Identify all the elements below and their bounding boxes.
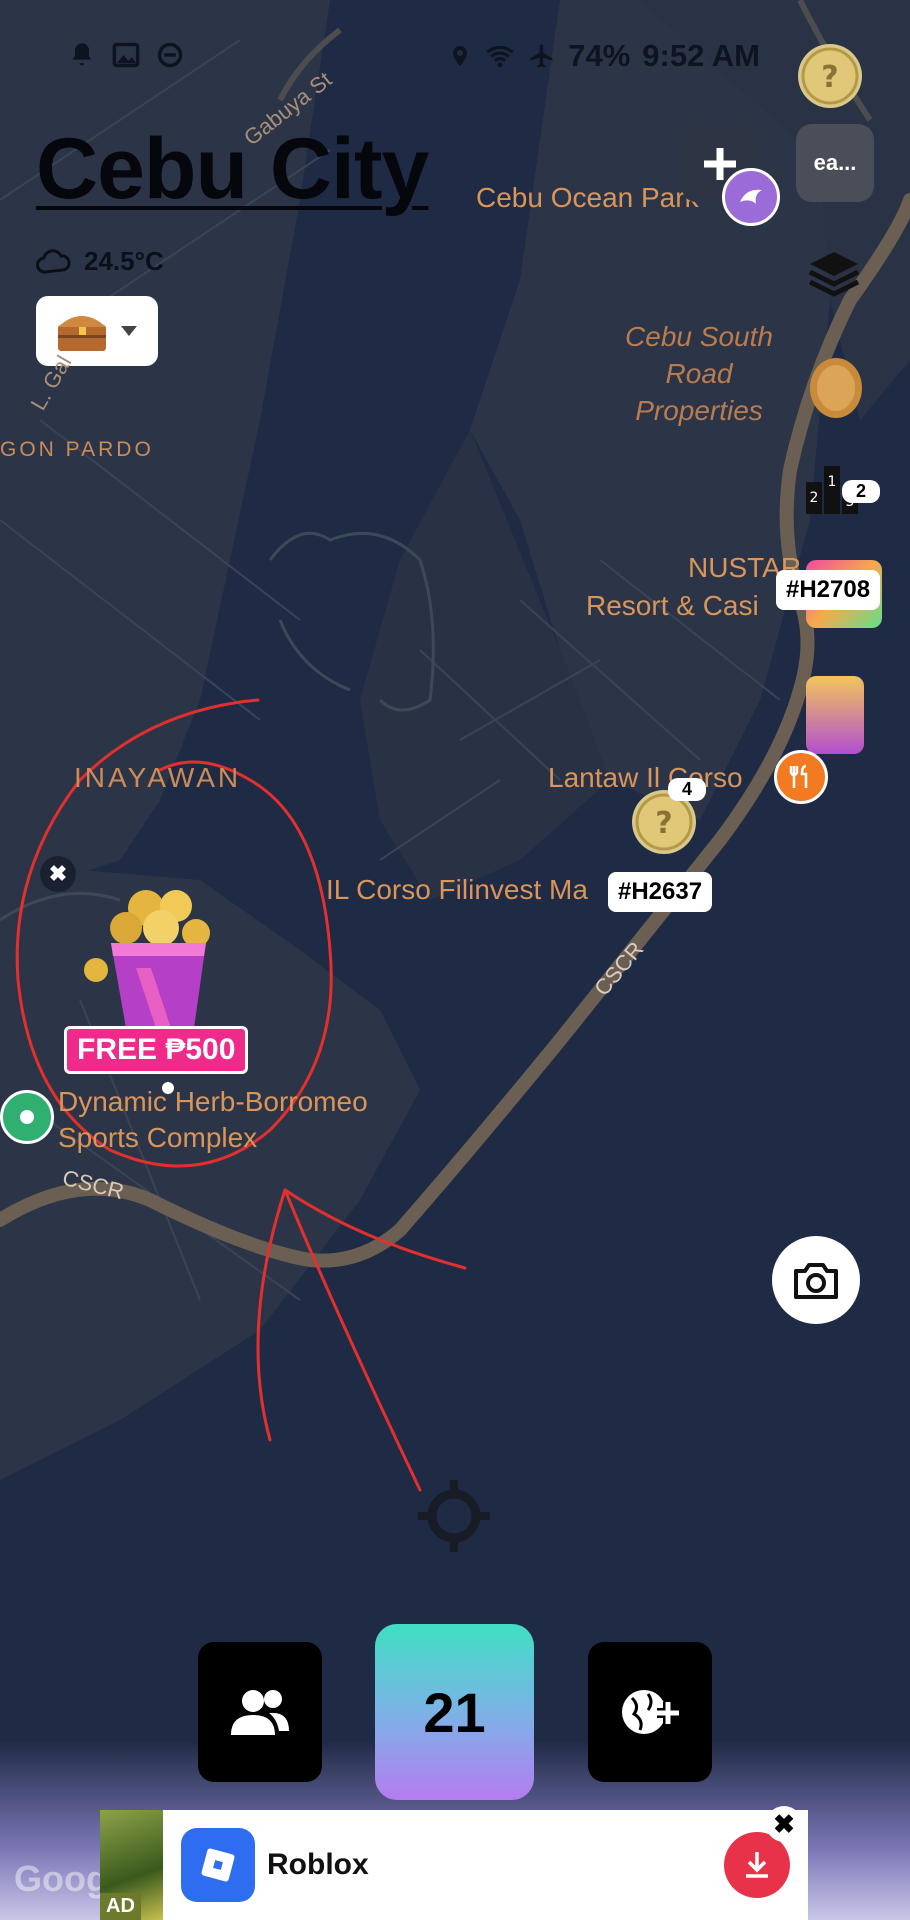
recenter-button[interactable] bbox=[414, 1476, 494, 1561]
question-coin-icon: ? bbox=[635, 793, 693, 851]
ad-download-button[interactable] bbox=[724, 1832, 790, 1898]
place-label-line: Cebu South bbox=[625, 321, 773, 352]
city-title: Cebu City bbox=[36, 121, 429, 217]
camera-icon bbox=[794, 1263, 838, 1299]
ad-thumbnail[interactable]: AD bbox=[100, 1810, 163, 1920]
gallery-icon bbox=[112, 42, 140, 68]
camera-button[interactable] bbox=[772, 1236, 860, 1324]
close-promo-button[interactable]: ✖ bbox=[40, 856, 76, 892]
ad-badge: AD bbox=[100, 1893, 141, 1920]
roblox-icon bbox=[201, 1848, 235, 1882]
airplane-icon bbox=[530, 44, 553, 68]
area-label: GON PARDO bbox=[0, 438, 154, 461]
marker-tag[interactable]: #H2637 bbox=[608, 872, 713, 912]
svg-text:?: ? bbox=[655, 806, 672, 841]
location-dot bbox=[162, 1082, 174, 1094]
place-label[interactable]: Sports Complex bbox=[58, 1122, 257, 1154]
crosshair-icon bbox=[418, 1480, 490, 1552]
popcorn-bucket-icon bbox=[84, 890, 210, 1028]
sports-complex-pin[interactable] bbox=[0, 1090, 54, 1144]
place-label[interactable]: Cebu Ocean Park bbox=[476, 182, 699, 214]
mystery-marker[interactable]: ? bbox=[798, 44, 862, 108]
ad-banner[interactable]: AD Roblox ✖ bbox=[100, 1806, 808, 1920]
place-label-line: Road bbox=[665, 358, 733, 389]
restaurant-icon bbox=[789, 764, 808, 788]
popcorn-marker[interactable] bbox=[806, 676, 864, 754]
place-pin-icon bbox=[20, 1110, 34, 1124]
add-globe-button[interactable] bbox=[588, 1642, 712, 1782]
add-globe-icon bbox=[622, 1690, 679, 1734]
friends-icon bbox=[231, 1690, 289, 1735]
status-icons-right: 74% 9:52 AM bbox=[448, 38, 760, 74]
location-icon bbox=[453, 46, 468, 66]
ad-app-name[interactable]: Roblox bbox=[267, 1848, 369, 1882]
svg-text:1: 1 bbox=[828, 474, 837, 490]
count-badge: 4 bbox=[668, 778, 707, 801]
chevron-down-icon bbox=[121, 326, 137, 336]
place-label-line: Properties bbox=[635, 395, 763, 426]
dnd-icon bbox=[157, 42, 183, 68]
place-label[interactable]: Resort & Casi bbox=[586, 590, 759, 622]
ad-close-button[interactable]: ✖ bbox=[766, 1806, 802, 1842]
place-label[interactable]: Lantaw Il Corso bbox=[548, 762, 743, 794]
count-badge: 2 bbox=[842, 480, 881, 503]
place-label[interactable]: IL Corso Filinvest Ma bbox=[326, 874, 588, 906]
svg-text:2: 2 bbox=[810, 490, 819, 506]
layers-button[interactable] bbox=[806, 246, 862, 307]
status-icons-left bbox=[68, 40, 184, 70]
status-bar: 74% 9:52 AM bbox=[60, 36, 760, 76]
battery-text: 74% bbox=[568, 38, 631, 73]
place-label: Cebu South Road Properties bbox=[614, 318, 784, 429]
center-count-button[interactable]: 21 bbox=[375, 1624, 534, 1800]
wifi-icon bbox=[486, 45, 514, 68]
free-promo-badge[interactable]: FREE ₱500 bbox=[64, 1026, 249, 1074]
cloud-icon bbox=[36, 248, 71, 273]
weather-widget: 24.5°C bbox=[36, 246, 164, 277]
friends-button[interactable] bbox=[198, 1642, 322, 1782]
dolphin-icon bbox=[740, 189, 762, 204]
restaurant-pin[interactable] bbox=[774, 750, 828, 804]
chest-icon bbox=[58, 316, 106, 351]
area-label: INAYAWAN bbox=[74, 762, 242, 793]
ocean-park-pin[interactable] bbox=[722, 168, 780, 226]
download-icon bbox=[746, 1852, 768, 1878]
close-icon: ✖ bbox=[48, 861, 68, 886]
temperature-text: 24.5°C bbox=[84, 246, 164, 276]
notification-icon bbox=[72, 43, 92, 66]
clock-text: 9:52 AM bbox=[642, 38, 760, 73]
promo-image[interactable] bbox=[76, 878, 236, 1028]
svg-text:?: ? bbox=[821, 60, 838, 95]
map-attribution: Goog bbox=[14, 1858, 108, 1899]
coin-icon bbox=[810, 358, 862, 418]
close-icon: ✖ bbox=[773, 1808, 795, 1839]
layers-icon bbox=[808, 252, 860, 297]
place-label[interactable]: Dynamic Herb-Borromeo bbox=[58, 1086, 368, 1118]
marker-tag[interactable]: #H2708 bbox=[776, 570, 881, 610]
coin-button[interactable] bbox=[808, 356, 864, 425]
search-chip[interactable]: ea... bbox=[796, 124, 874, 202]
question-coin-icon: ? bbox=[801, 47, 859, 105]
roblox-logo-icon[interactable] bbox=[181, 1828, 255, 1902]
